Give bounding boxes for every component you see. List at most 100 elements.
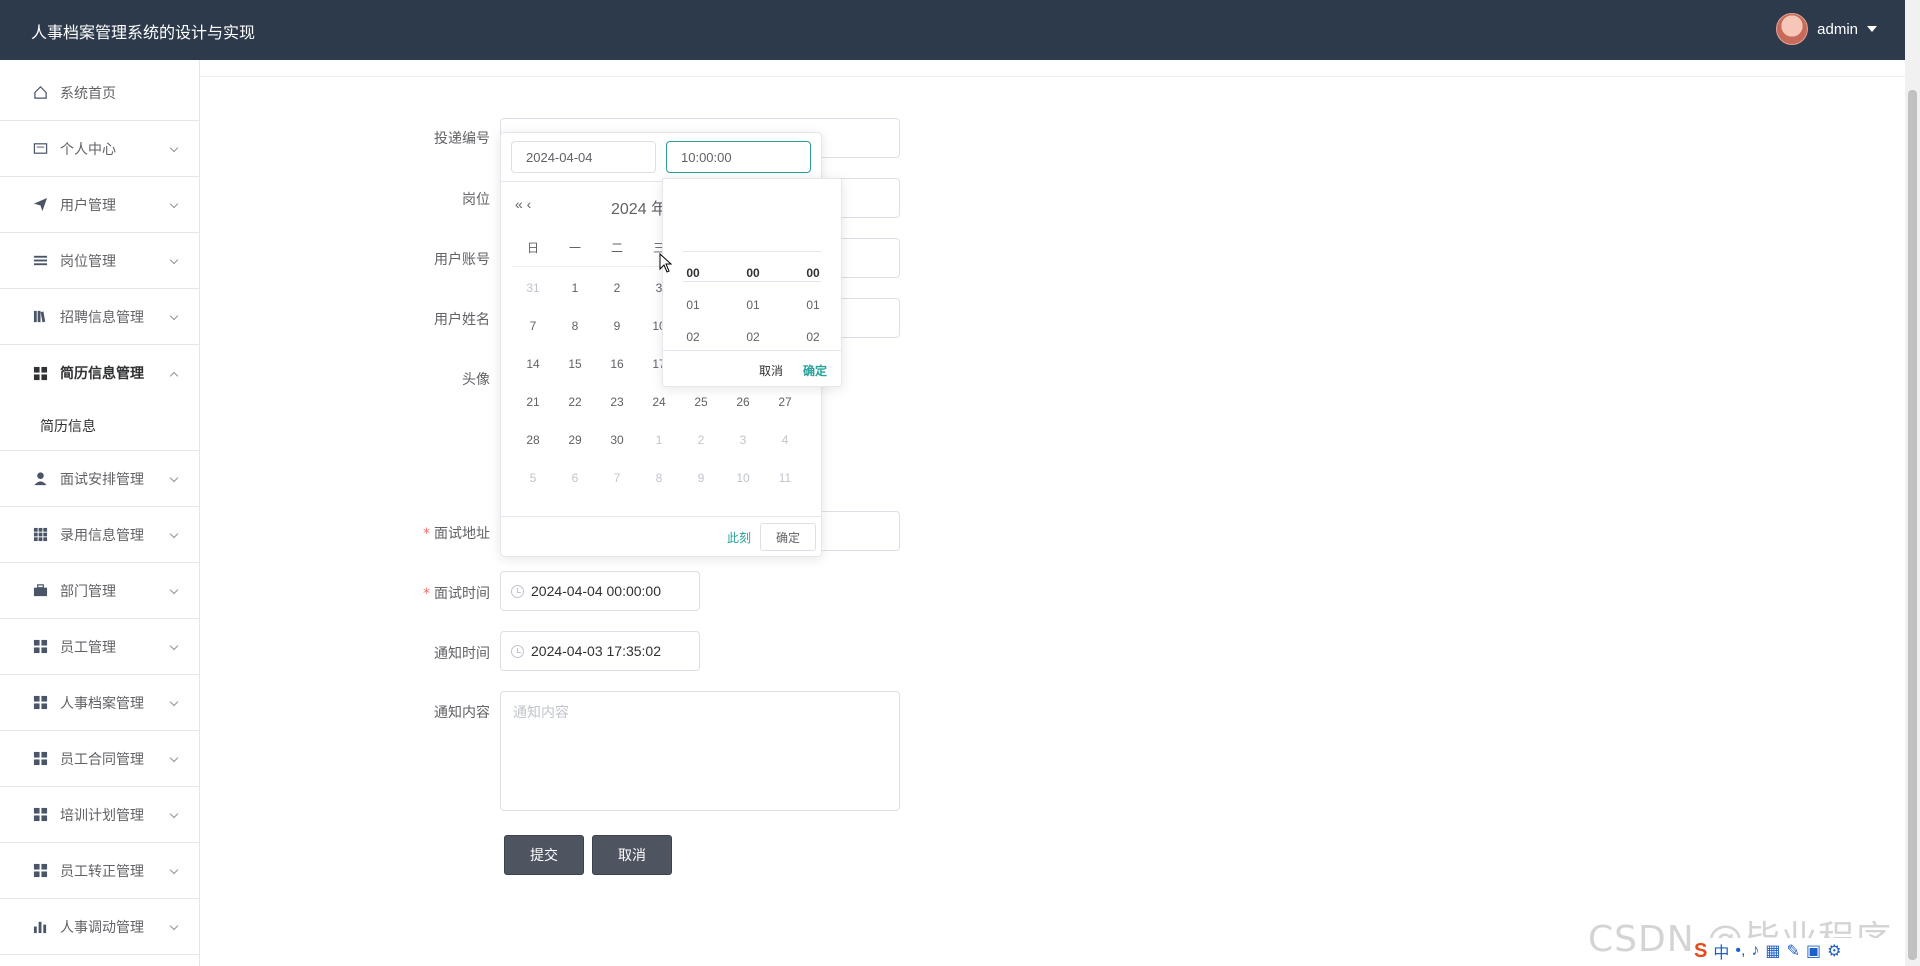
chevron-down-icon — [169, 753, 179, 763]
second-option[interactable]: 01 — [793, 297, 833, 329]
sidebar-item-label: 岗位管理 — [60, 253, 116, 270]
sidebar-item-training[interactable]: 培训计划管理 — [0, 787, 199, 843]
sidebar-item-label: 简历信息管理 — [60, 366, 144, 382]
avatar[interactable] — [1776, 13, 1809, 45]
microphone-icon[interactable]: ♪ — [1751, 942, 1759, 960]
sidebar-item-users[interactable]: 用户管理 — [0, 177, 199, 233]
notify-time-picker[interactable]: 2024-04-03 17:35:02 — [500, 631, 700, 671]
picker-time-input[interactable]: 10:00:00 — [666, 141, 811, 173]
sidebar-item-label: 面试安排管理 — [60, 471, 144, 488]
top-header: 人事档案管理系统的设计与实现 admin — [0, 0, 1905, 60]
sidebar-item-resume[interactable]: 简历信息管理 — [0, 345, 199, 401]
sidebar-item-label: 招聘信息管理 — [60, 309, 144, 326]
label-address: * 面试地址 — [423, 526, 490, 542]
sidebar-item-regularization[interactable]: 员工转正管理 — [0, 843, 199, 899]
notify-content-textarea[interactable]: 通知内容 — [500, 691, 900, 811]
day-cell[interactable]: 11 — [764, 459, 806, 497]
day-cell[interactable]: 22 — [554, 383, 596, 421]
sidebar-item-interviews[interactable]: 面试安排管理 — [0, 451, 199, 507]
day-cell[interactable]: 9 — [596, 307, 638, 345]
minute-option[interactable]: 01 — [733, 297, 773, 329]
now-link[interactable]: 此刻 — [727, 529, 751, 546]
day-cell[interactable]: 7 — [512, 307, 554, 345]
sidebar-item-recruitment[interactable]: 招聘信息管理 — [0, 289, 199, 345]
chevron-down-icon — [169, 865, 179, 875]
interview-time-picker[interactable]: 2024-04-04 00:00:00 — [500, 571, 700, 611]
punctuation-icon[interactable]: •, — [1735, 942, 1745, 960]
day-cell[interactable]: 28 — [512, 421, 554, 459]
sidebar-item-home[interactable]: 系统首页 — [0, 65, 199, 121]
sidebar-item-employees[interactable]: 员工管理 — [0, 619, 199, 675]
required-mark: * — [423, 526, 430, 542]
sidebar-item-archives[interactable]: 人事档案管理 — [0, 675, 199, 731]
grid-nine-icon — [32, 527, 48, 543]
hour-option[interactable]: 00 — [673, 265, 713, 297]
scrollbar-thumb[interactable] — [1908, 90, 1917, 960]
label-account: 用户账号 — [434, 252, 490, 268]
grid-icon — [32, 807, 48, 823]
day-cell[interactable]: 14 — [512, 345, 554, 383]
chevron-down-icon — [169, 143, 179, 153]
scrollbar[interactable] — [1905, 0, 1920, 966]
cancel-button[interactable]: 取消 — [592, 835, 672, 875]
sidebar-item-contracts[interactable]: 员工合同管理 — [0, 731, 199, 787]
day-cell[interactable]: 5 — [512, 459, 554, 497]
sidebar-item-departments[interactable]: 部门管理 — [0, 563, 199, 619]
submit-button[interactable]: 提交 — [504, 835, 584, 875]
day-cell[interactable]: 16 — [596, 345, 638, 383]
day-cell[interactable]: 1 — [554, 269, 596, 307]
time-cancel-button[interactable]: 取消 — [759, 362, 783, 379]
apps-icon[interactable]: ⚙ — [1827, 941, 1841, 961]
day-cell[interactable]: 21 — [512, 383, 554, 421]
prev-year-month-button[interactable]: « ‹ — [515, 196, 531, 212]
time-confirm-button[interactable]: 确定 — [803, 362, 827, 379]
keyboard-icon[interactable]: ▦ — [1765, 941, 1780, 961]
caret-down-icon[interactable] — [1867, 26, 1877, 32]
day-cell[interactable]: 27 — [764, 383, 806, 421]
submenu-item-resume-info[interactable]: 简历信息 — [0, 401, 199, 451]
minute-column[interactable]: 00 01 02 — [733, 265, 773, 361]
day-cell[interactable]: 1 — [638, 421, 680, 459]
second-option[interactable]: 00 — [793, 265, 833, 297]
sidebar-item-positions[interactable]: 岗位管理 — [0, 233, 199, 289]
day-cell[interactable]: 26 — [722, 383, 764, 421]
day-cell[interactable]: 15 — [554, 345, 596, 383]
minute-option[interactable]: 00 — [733, 265, 773, 297]
day-cell[interactable]: 30 — [596, 421, 638, 459]
bar-chart-icon — [32, 919, 48, 935]
hour-column[interactable]: 00 01 02 — [673, 265, 713, 361]
sidebar-item-transfers[interactable]: 人事调动管理 — [0, 899, 199, 955]
chinese-mode-icon[interactable]: 中 — [1713, 939, 1729, 963]
day-cell[interactable]: 8 — [638, 459, 680, 497]
sidebar-item-hiring[interactable]: 录用信息管理 — [0, 507, 199, 563]
day-cell[interactable]: 25 — [680, 383, 722, 421]
day-cell[interactable]: 3 — [722, 421, 764, 459]
sogou-icon[interactable]: S — [1694, 940, 1707, 963]
user-menu[interactable]: admin — [1776, 13, 1877, 45]
hour-option[interactable]: 01 — [673, 297, 713, 329]
day-cell[interactable]: 9 — [680, 459, 722, 497]
picker-date-input[interactable]: 2024-04-04 — [511, 141, 656, 173]
day-cell[interactable]: 6 — [554, 459, 596, 497]
day-cell[interactable]: 7 — [596, 459, 638, 497]
day-cell[interactable]: 2 — [680, 421, 722, 459]
day-cell[interactable]: 8 — [554, 307, 596, 345]
picker-confirm-button[interactable]: 确定 — [760, 523, 816, 551]
skin-icon[interactable]: ✎ — [1787, 941, 1800, 961]
grid-icon — [32, 365, 48, 381]
day-cell[interactable]: 24 — [638, 383, 680, 421]
label-position: 岗位 — [462, 192, 490, 208]
day-cell[interactable]: 23 — [596, 383, 638, 421]
toolbox-icon[interactable]: ▣ — [1806, 941, 1821, 961]
day-cell[interactable]: 4 — [764, 421, 806, 459]
ime-toolbar[interactable]: S 中 •, ♪ ▦ ✎ ▣ ⚙ — [1694, 938, 1912, 964]
divider — [200, 76, 1905, 77]
day-cell[interactable]: 31 — [512, 269, 554, 307]
second-column[interactable]: 00 01 02 — [793, 265, 833, 361]
label-name: 用户姓名 — [434, 312, 490, 328]
username[interactable]: admin — [1817, 21, 1858, 38]
day-cell[interactable]: 29 — [554, 421, 596, 459]
day-cell[interactable]: 10 — [722, 459, 764, 497]
day-cell[interactable]: 2 — [596, 269, 638, 307]
sidebar-item-profile[interactable]: 个人中心 — [0, 121, 199, 177]
